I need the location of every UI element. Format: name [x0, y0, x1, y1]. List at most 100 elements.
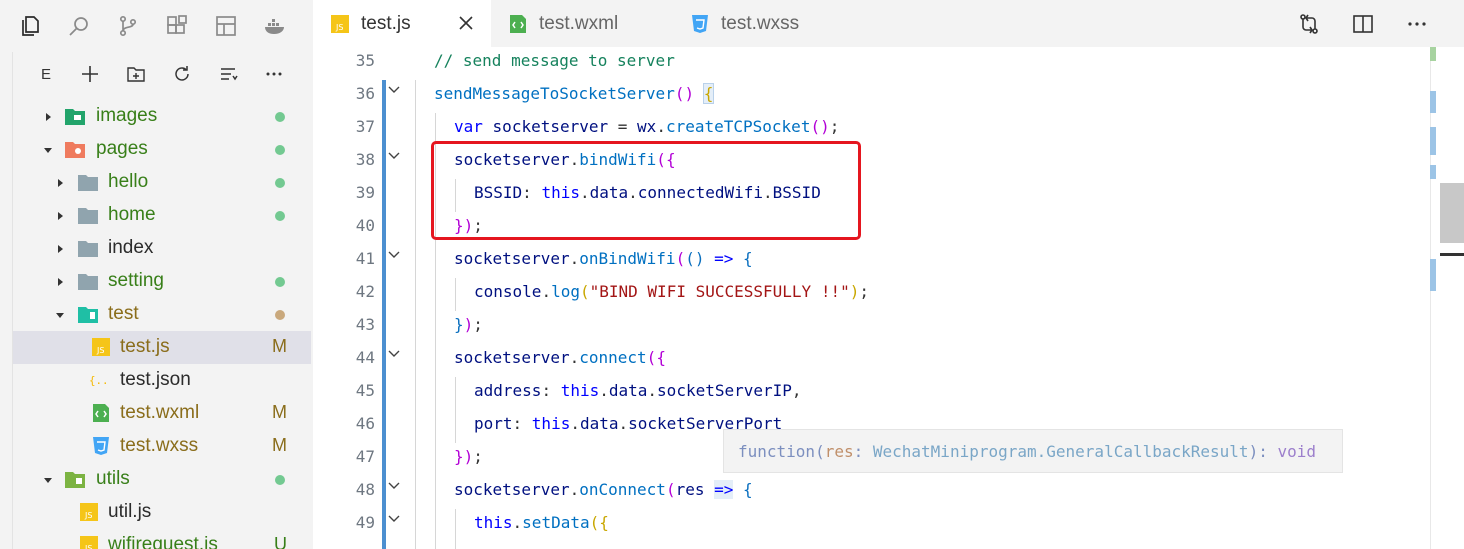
fold-chevron-icon[interactable] [387, 479, 401, 493]
code-line-47: }); [454, 447, 483, 466]
chevron-down-icon [44, 148, 52, 153]
hover-tooltip: function(res: WechatMiniprogram.GeneralC… [723, 429, 1343, 473]
git-status-label: U [274, 534, 287, 549]
tree-item-wifirequest-js[interactable]: JS wifirequest.js U [13, 529, 311, 549]
chevron-right-icon [58, 179, 63, 187]
js-file-icon: JS [331, 14, 349, 33]
pages-folder-icon [65, 142, 85, 158]
ruler-mark [1430, 127, 1436, 155]
tree-item-setting[interactable]: setting [13, 265, 311, 298]
tree-item-label: test.wxss [120, 435, 199, 456]
utils-folder-icon [65, 472, 85, 488]
code-line-42: console.log("BIND WIFI SUCCESSFULLY !!")… [474, 282, 869, 301]
scrollbar-thumb[interactable] [1440, 183, 1464, 243]
git-status-label: M [272, 336, 287, 356]
new-file-icon[interactable] [79, 63, 101, 85]
git-status-dot [275, 178, 285, 188]
new-folder-icon[interactable] [125, 63, 147, 85]
code-line-45: address: this.data.socketServerIP, [474, 381, 802, 400]
editor-actions [1297, 12, 1429, 36]
code-line-36: sendMessageToSocketServer() { [434, 83, 715, 104]
fold-chevron-icon[interactable] [387, 512, 401, 526]
tree-item-util-js[interactable]: JS util.js [13, 496, 311, 529]
sidebar-edge [0, 52, 13, 549]
tree-item-images[interactable]: images [13, 100, 311, 133]
git-status-dot [275, 277, 285, 287]
tree-item-test-wxml[interactable]: test.wxml M [13, 397, 311, 430]
tree-item-utils[interactable]: utils [13, 463, 311, 496]
tree-item-label: utils [96, 468, 130, 489]
tree-item-test-json[interactable]: {..} test.json [13, 364, 311, 397]
tree-item-label: util.js [108, 501, 152, 522]
line-number: 39 [355, 183, 375, 202]
tab-test-wxml[interactable]: test.wxml [491, 0, 673, 47]
tooltip-type: WechatMiniprogram.GeneralCallbackResult [872, 442, 1249, 461]
wxss-file-icon [692, 14, 708, 33]
fold-chevron-icon[interactable] [387, 149, 401, 163]
tree-item-hello[interactable]: hello [13, 166, 311, 199]
ruler-mark [1430, 91, 1436, 113]
code-editor[interactable]: 35 36 37 38 39 40 41 42 43 44 45 46 47 4… [313, 47, 1464, 549]
tree-item-index[interactable]: index [13, 232, 311, 265]
fold-chevron-icon[interactable] [387, 347, 401, 361]
tab-label: test.wxss [721, 12, 800, 34]
folder-icon [78, 175, 98, 191]
line-number: 40 [355, 216, 375, 235]
extensions-icon[interactable] [165, 14, 189, 38]
line-number: 38 [355, 150, 375, 169]
files-icon[interactable] [18, 14, 42, 38]
tree-item-test-wxss[interactable]: test.wxss M [13, 430, 311, 463]
refresh-icon[interactable] [171, 63, 193, 85]
code-line-48: socketserver.onConnect(res => { [454, 480, 753, 499]
tooltip-param: res [824, 442, 854, 461]
js-file-icon: JS [80, 503, 98, 521]
tree-item-home[interactable]: home [13, 199, 311, 232]
tree-item-label: test.js [120, 336, 170, 357]
ruler-mark [1430, 47, 1436, 61]
tree-item-pages[interactable]: pages [13, 133, 311, 166]
layout-icon[interactable] [214, 14, 238, 38]
close-icon[interactable] [457, 14, 475, 32]
cursor-position-marker [1440, 253, 1464, 256]
line-number: 46 [355, 414, 375, 433]
chevron-right-icon [46, 113, 51, 121]
wxml-file-icon [510, 14, 526, 33]
source-control-icon[interactable] [116, 14, 140, 38]
tab-test-js[interactable]: JS test.js [313, 0, 491, 47]
tab-test-wxss[interactable]: test.wxss [673, 0, 851, 47]
code-line-35: // send message to server [434, 51, 675, 70]
highlight-annotation [431, 141, 861, 240]
overview-ruler[interactable] [1430, 47, 1464, 549]
tree-item-test-js[interactable]: JS test.js M [13, 331, 311, 364]
tree-item-label: home [108, 204, 156, 225]
tree-item-label: setting [108, 270, 164, 291]
editor-tabbar: JS test.js test.wxml test.wxss [313, 0, 1464, 47]
indent-guide [415, 80, 416, 549]
line-number: 45 [355, 381, 375, 400]
tree-item-label: test.wxml [120, 402, 200, 423]
line-number: 43 [355, 315, 375, 334]
line-number: 47 [355, 447, 375, 466]
collapse-icon[interactable] [217, 63, 239, 85]
search-icon[interactable] [67, 14, 91, 38]
activity-bar [0, 0, 313, 52]
tree-item-test[interactable]: test [13, 298, 311, 331]
code-line-37: var socketserver = wx.createTCPSocket(); [454, 117, 840, 136]
fold-chevron-icon[interactable] [387, 83, 401, 97]
svg-text:JS: JS [96, 346, 104, 355]
split-editor-icon[interactable] [1351, 12, 1375, 36]
compare-changes-icon[interactable] [1297, 12, 1321, 36]
more-actions-icon[interactable] [1405, 12, 1429, 36]
chevron-down-icon [56, 313, 64, 318]
indent-guide [455, 278, 456, 311]
wxml-file-icon [93, 404, 109, 422]
fold-chevron-icon[interactable] [387, 248, 401, 262]
more-icon[interactable] [263, 63, 285, 85]
docker-icon[interactable] [263, 14, 287, 38]
tree-item-label: images [96, 105, 158, 126]
line-number: 42 [355, 282, 375, 301]
line-number: 44 [355, 348, 375, 367]
image-folder-icon [65, 109, 85, 125]
chevron-right-icon [58, 278, 63, 286]
chevron-down-icon [44, 478, 52, 483]
